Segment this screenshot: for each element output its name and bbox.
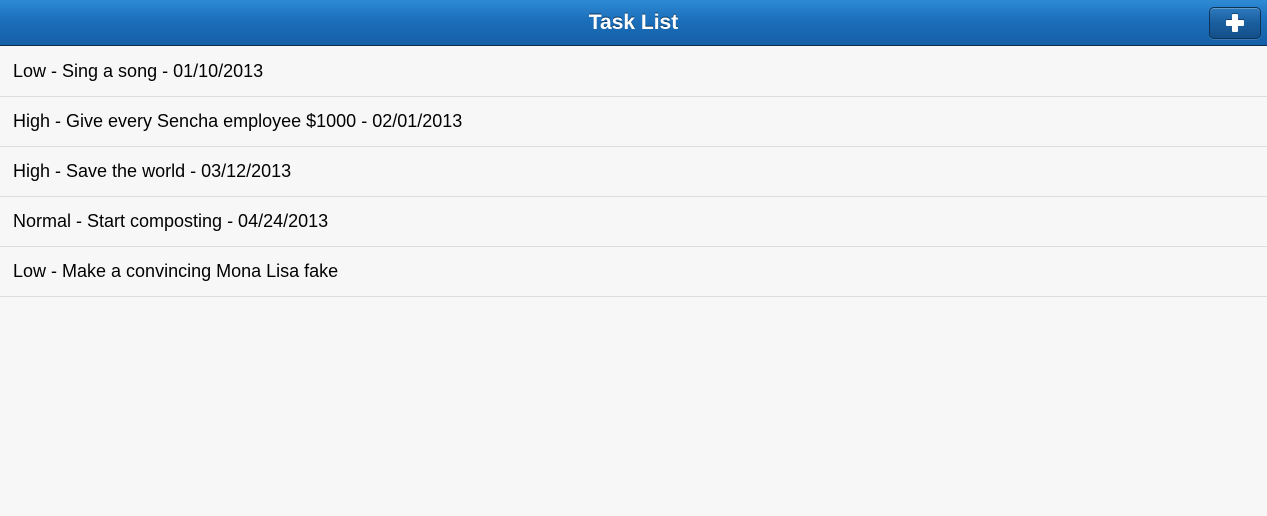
task-list: Low - Sing a song - 01/10/2013 High - Gi… — [0, 47, 1267, 297]
title-toolbar: Task List — [0, 0, 1267, 46]
page-title: Task List — [588, 11, 679, 34]
task-list-item[interactable]: High - Save the world - 03/12/2013 — [0, 147, 1267, 197]
task-list-item[interactable]: Low - Make a convincing Mona Lisa fake — [0, 247, 1267, 297]
task-list-item[interactable]: Low - Sing a song - 01/10/2013 — [0, 47, 1267, 97]
task-list-item[interactable]: High - Give every Sencha employee $1000 … — [0, 97, 1267, 147]
task-list-item[interactable]: Normal - Start composting - 04/24/2013 — [0, 197, 1267, 247]
add-task-button[interactable] — [1209, 7, 1261, 39]
plus-icon — [1226, 14, 1244, 32]
